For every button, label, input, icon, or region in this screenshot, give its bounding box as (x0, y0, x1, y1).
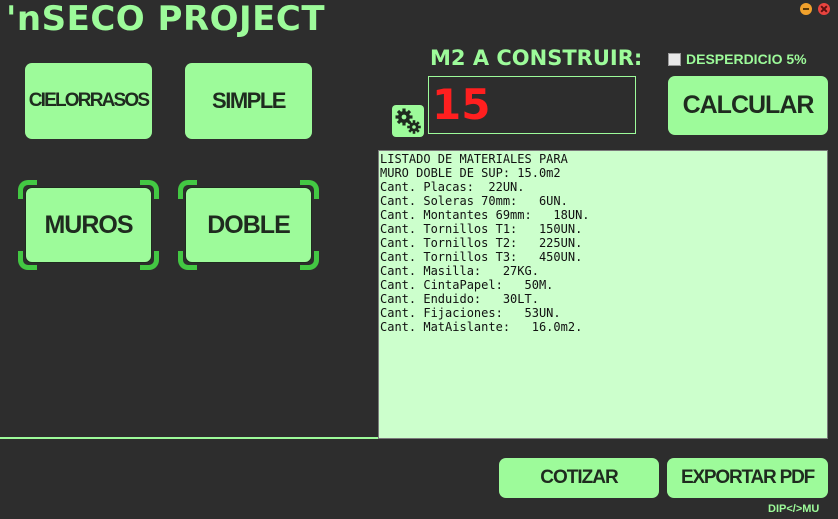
m2-input[interactable]: 15 (428, 76, 636, 134)
minimize-icon[interactable] (800, 3, 812, 15)
material-line: Cant. Tornillos T3: 450UN. (380, 250, 583, 264)
desperdicio-label: DESPERDICIO 5% (686, 51, 807, 67)
cielorrasos-button[interactable]: CIELORRASOS (25, 63, 152, 139)
material-line: Cant. Enduido: 30LT. (380, 292, 539, 306)
material-line: Cant. MatAislante: 16.0m2. (380, 320, 583, 334)
checkbox-icon[interactable] (668, 52, 681, 66)
muros-selected-frame: MUROS (18, 180, 159, 270)
material-line: Cant. Placas: 22UN. (380, 180, 525, 194)
simple-button[interactable]: SIMPLE (185, 63, 312, 139)
material-line: LISTADO DE MATERIALES PARA (380, 152, 568, 166)
gears-icon[interactable] (392, 105, 424, 137)
material-line: Cant. Tornillos T2: 225UN. (380, 236, 583, 250)
materials-textarea[interactable]: LISTADO DE MATERIALES PARA MURO DOBLE DE … (378, 150, 828, 439)
credit-label: DIP</>MU (768, 503, 820, 515)
cotizar-button[interactable]: COTIZAR (499, 458, 659, 498)
desperdicio-checkbox[interactable]: DESPERDICIO 5% (668, 51, 807, 67)
material-line: Cant. CintaPapel: 50M. (380, 278, 554, 292)
material-line: Cant. Tornillos T1: 150UN. (380, 222, 583, 236)
material-line: Cant. Soleras 70mm: 6UN. (380, 194, 568, 208)
material-line: Cant. Masilla: 27KG. (380, 264, 539, 278)
material-line: MURO DOBLE DE SUP: 15.0m2 (380, 166, 561, 180)
m2-label: M2 A CONSTRUIR: (430, 46, 643, 70)
calcular-button[interactable]: CALCULAR (668, 76, 828, 135)
app-title: 'nSECO PROJECT (6, 0, 326, 39)
material-line: Cant. Montantes 69mm: 18UN. (380, 208, 590, 222)
exportar-pdf-button[interactable]: EXPORTAR PDF (667, 458, 828, 498)
close-icon[interactable] (818, 3, 830, 15)
material-line: Cant. Fijaciones: 53UN. (380, 306, 561, 320)
doble-selected-frame: DOBLE (178, 180, 319, 270)
doble-button[interactable]: DOBLE (185, 187, 312, 263)
divider (0, 437, 378, 439)
muros-button[interactable]: MUROS (25, 187, 152, 263)
